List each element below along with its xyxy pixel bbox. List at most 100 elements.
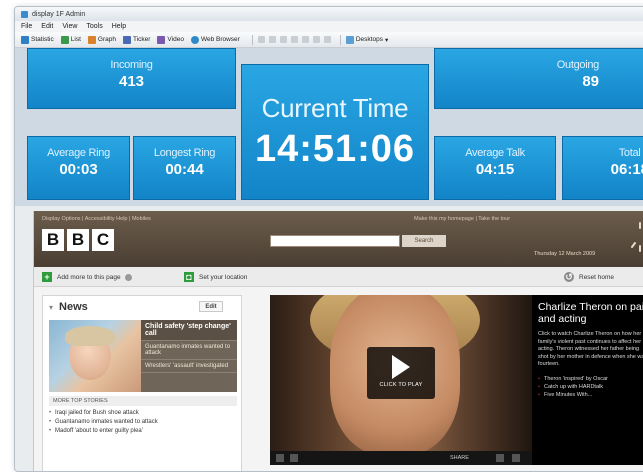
more-top-stories[interactable]: MORE TOP STORIES [49,396,237,406]
menu-edit[interactable]: Edit [41,23,53,30]
desktop-icon [345,35,354,44]
graph-icon [87,35,96,44]
news-headline[interactable]: Wrestlers' 'assault' investigated [141,360,237,373]
longest-ring-value: 00:44 [165,161,204,178]
story-panel: Charlize Theron on pain and acting Click… [532,295,643,465]
redo-icon[interactable] [312,36,320,43]
bbc-top-links-right[interactable]: Make this my homepage | Take the tour [414,216,510,222]
play-icon [392,355,410,379]
story-link[interactable]: Catch up with HARDtalk [538,383,643,391]
fullscreen-icon[interactable] [512,454,520,462]
story-link[interactable]: Theron 'inspired' by Oscar [538,375,643,383]
align-right-icon[interactable] [279,36,287,43]
reset-icon: ↺ [564,272,574,282]
menu-tools[interactable]: Tools [86,23,102,30]
dashboard: Incoming 413 Average Ring 00:03 Longest … [15,48,643,206]
play-button[interactable]: CLICK TO PLAY [367,347,435,399]
toolbar-list-button[interactable]: List [60,35,81,44]
toolbar-separator [339,34,341,45]
average-ring-tile: Average Ring 00:03 [27,136,130,200]
search-button[interactable]: Search [402,235,446,247]
outgoing-label: Outgoing [556,59,600,71]
list-icon [60,35,69,44]
play-caption: CLICK TO PLAY [379,382,423,388]
video-player[interactable]: CLICK TO PLAY SHARE [270,295,532,465]
window-title: display 1F Admin [32,10,86,18]
news-headline[interactable]: Guantanamo inmates wanted to attack [141,341,237,360]
news-list: Iraqi jailed for Bush shoe attack Guanta… [49,410,237,437]
location-icon: ◘ [184,272,194,282]
align-left-icon[interactable] [257,36,265,43]
average-ring-label: Average Ring [47,147,110,159]
ticker-icon [122,35,131,44]
share-button[interactable]: SHARE [450,455,469,461]
menu-file[interactable]: File [21,23,32,30]
align-center-icon[interactable] [268,36,276,43]
app-window: display 1F Admin File Edit View Tools He… [14,6,643,472]
collapse-arrow-icon[interactable]: ▾ [49,303,53,312]
menu-view[interactable]: View [62,23,77,30]
list-item[interactable]: Guantanamo inmates wanted to attack [49,419,237,425]
longest-ring-label: Longest Ring [153,147,216,159]
grid-icon[interactable] [290,36,298,43]
volume-icon[interactable] [496,454,504,462]
toolbar-web-browser-button[interactable]: Web Browser [190,35,240,44]
news-module: ▾ News Edit Child safety 'step change' c… [42,295,242,471]
stats-icon [21,35,29,44]
add-more-button[interactable]: + Add more to this page [42,272,132,282]
current-time-label: Current Time [261,93,409,123]
menu-bar: File Edit View Tools Help [15,21,643,32]
weather-wheel-icon [631,222,641,252]
story-title[interactable]: Charlize Theron on pain and acting [538,301,643,325]
longest-ring-tile: Longest Ring 00:44 [133,136,236,200]
toolbar-ticker-button[interactable]: Ticker [122,35,150,44]
plus-icon: + [42,272,52,282]
app-icon [21,10,28,18]
story-link[interactable]: Five Minutes With... [538,391,643,399]
desktops-dropdown[interactable]: Desktops ▾ [345,35,389,44]
video-icon [157,35,166,44]
news-headlines: Child safety 'step change' call Guantana… [141,320,237,392]
total-talk-value: 06:18: [610,161,643,178]
toolbar-separator [251,34,253,45]
stop-icon[interactable] [290,454,298,462]
settings-icon[interactable] [323,36,331,43]
child-hair [65,326,115,346]
bbc-date: Thursday 12 March 2009 [534,251,596,257]
chevron-down-icon: ▾ [384,36,389,44]
outgoing-value: 89 [582,73,599,90]
bbc-top-links[interactable]: Display Options | Accessibility Help | M… [42,216,151,222]
average-talk-tile: Average Talk 04:15 [434,136,556,200]
toolbar: Statistic List Graph Ticker Video Web Br… [15,32,643,48]
list-item[interactable]: Iraqi jailed for Bush shoe attack [49,410,237,416]
incoming-tile: Incoming 413 [27,48,236,109]
menu-help[interactable]: Help [112,23,126,30]
bbc-customize-bar: + Add more to this page ◘ Set your locat… [34,267,643,287]
average-talk-label: Average Talk [465,147,525,159]
title-bar: display 1F Admin [15,7,643,21]
reset-home-button[interactable]: ↺ Reset home [564,272,614,282]
current-time-tile: Current Time 14:51:06 [241,64,429,200]
incoming-value: 413 [118,73,145,90]
pause-icon[interactable] [276,454,284,462]
news-header: ▾ News Edit [43,296,241,318]
toolbar-video-button[interactable]: Video [157,35,184,44]
help-icon[interactable] [124,273,132,281]
undo-icon[interactable] [301,36,309,43]
news-photo[interactable] [49,320,141,392]
toolbar-graph-button[interactable]: Graph [87,35,116,44]
story-body: Click to watch Charlize Theron on how he… [538,331,643,367]
average-talk-value: 04:15 [475,161,515,178]
news-edit-button[interactable]: Edit [199,301,223,312]
search-input[interactable] [270,235,400,247]
news-headline[interactable]: Child safety 'step change' call [141,320,237,341]
set-location-button[interactable]: ◘ Set your location [184,272,247,282]
total-talk-label: Total Ta [618,147,643,159]
bbc-logo[interactable]: B B C [42,229,117,251]
bbc-header: Display Options | Accessibility Help | M… [34,211,643,267]
video-controls: SHARE [270,451,532,465]
total-talk-tile: Total Ta 06:18: [562,136,643,200]
toolbar-statistic-button[interactable]: Statistic [21,35,54,44]
average-ring-value: 00:03 [59,161,98,178]
list-item[interactable]: Madoff 'about to enter guilty plea' [49,428,237,434]
